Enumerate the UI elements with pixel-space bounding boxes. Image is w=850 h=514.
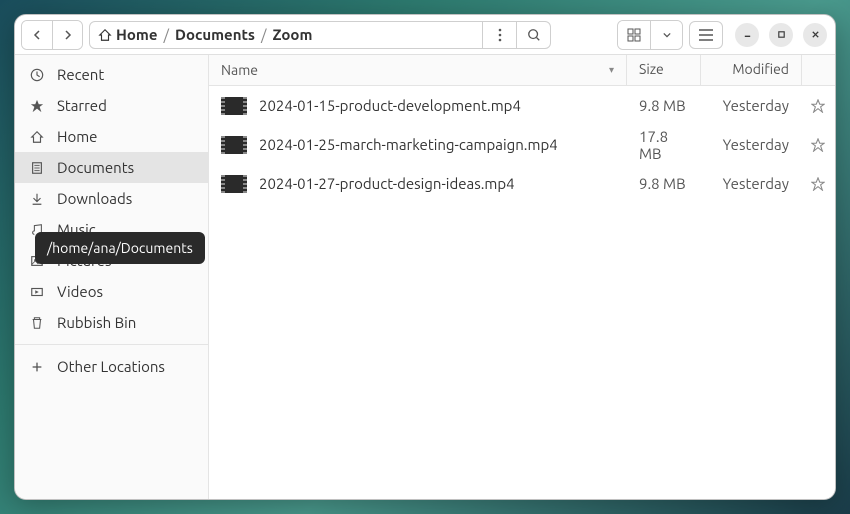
star-toggle[interactable] <box>801 177 835 191</box>
file-modified: Yesterday <box>701 97 801 114</box>
column-modified-label: Modified <box>732 61 789 77</box>
window-controls <box>735 23 827 47</box>
star-outline-icon <box>811 177 825 191</box>
kebab-icon <box>498 28 502 42</box>
sidebar-separator <box>15 344 208 345</box>
breadcrumb-documents-label: Documents <box>175 26 255 43</box>
sidebar-item-label: Other Locations <box>57 358 165 375</box>
view-switcher <box>617 20 683 50</box>
main-menu-button[interactable] <box>689 21 723 49</box>
sidebar-item-label: Downloads <box>57 190 132 207</box>
column-header-size[interactable]: Size <box>627 55 701 85</box>
home-icon <box>29 130 45 144</box>
breadcrumb-home[interactable]: Home <box>98 26 157 43</box>
sidebar-item-label: Videos <box>57 283 103 300</box>
forward-button[interactable] <box>52 21 82 49</box>
path-menu-button[interactable] <box>482 22 516 48</box>
clock-icon <box>29 68 45 82</box>
pathbar: Home / Documents / Zoom <box>89 21 551 49</box>
sidebar: Recent Starred Home Documents Downloads … <box>15 55 209 499</box>
sidebar-item-label: Recent <box>57 66 104 83</box>
video-file-icon <box>221 136 247 154</box>
file-size: 9.8 MB <box>627 97 701 114</box>
hamburger-icon <box>699 29 713 41</box>
breadcrumb-separator: / <box>261 26 267 43</box>
grid-options-button[interactable] <box>650 21 682 49</box>
column-header-star <box>801 55 835 85</box>
home-icon <box>98 28 112 42</box>
breadcrumb-current[interactable]: Zoom <box>273 26 313 43</box>
sidebar-item-other-locations[interactable]: Other Locations <box>15 351 208 382</box>
column-name-label: Name <box>221 62 258 78</box>
file-size: 17.8 MB <box>627 128 701 162</box>
file-size: 9.8 MB <box>627 175 701 192</box>
download-icon <box>29 192 45 206</box>
video-file-icon <box>221 97 247 115</box>
file-modified: Yesterday <box>701 136 801 153</box>
sidebar-item-videos[interactable]: Videos <box>15 276 208 307</box>
close-button[interactable] <box>803 23 827 47</box>
file-modified: Yesterday <box>701 175 801 192</box>
chevron-down-icon <box>663 31 671 39</box>
column-header-modified[interactable]: Modified <box>701 55 801 85</box>
file-name: 2024-01-25-march-marketing-campaign.mp4 <box>259 136 558 153</box>
star-toggle[interactable] <box>801 99 835 113</box>
grid-view-button[interactable] <box>618 21 650 49</box>
file-row[interactable]: 2024-01-25-march-marketing-campaign.mp4 … <box>209 125 835 164</box>
videos-icon <box>29 285 45 299</box>
sidebar-item-label: Home <box>57 128 97 145</box>
sidebar-item-home[interactable]: Home <box>15 121 208 152</box>
nav-buttons <box>21 20 83 50</box>
trash-icon <box>29 316 45 330</box>
plus-icon <box>29 360 45 374</box>
window-body: Recent Starred Home Documents Downloads … <box>15 55 835 499</box>
file-name: 2024-01-15-product-development.mp4 <box>259 97 521 114</box>
file-row[interactable]: 2024-01-15-product-development.mp4 9.8 M… <box>209 86 835 125</box>
minimize-button[interactable] <box>735 23 759 47</box>
sidebar-item-downloads[interactable]: Downloads <box>15 183 208 214</box>
path-tooltip: /home/ana/Documents <box>35 232 205 264</box>
breadcrumb-home-label: Home <box>116 26 157 43</box>
search-button[interactable] <box>516 22 550 48</box>
maximize-button[interactable] <box>769 23 793 47</box>
sidebar-item-label: Documents <box>57 159 134 176</box>
star-outline-icon <box>811 138 825 152</box>
sort-indicator-icon: ▾ <box>609 64 614 76</box>
grid-icon <box>627 28 641 42</box>
list-header: Name ▾ Size Modified <box>209 55 835 86</box>
file-name: 2024-01-27-product-design-ideas.mp4 <box>259 175 515 192</box>
star-icon <box>29 99 45 113</box>
column-header-name[interactable]: Name ▾ <box>209 55 627 85</box>
breadcrumb-documents[interactable]: Documents <box>175 26 255 43</box>
sidebar-item-starred[interactable]: Starred <box>15 90 208 121</box>
video-file-icon <box>221 175 247 193</box>
search-icon <box>527 28 541 42</box>
column-size-label: Size <box>639 61 664 77</box>
file-row[interactable]: 2024-01-27-product-design-ideas.mp4 9.8 … <box>209 164 835 203</box>
sidebar-item-label: Starred <box>57 97 107 114</box>
sidebar-item-documents[interactable]: Documents <box>15 152 208 183</box>
star-toggle[interactable] <box>801 138 835 152</box>
file-manager-window: Home / Documents / Zoom <box>14 14 836 500</box>
breadcrumb-current-label: Zoom <box>273 26 313 43</box>
back-button[interactable] <box>22 21 52 49</box>
star-outline-icon <box>811 99 825 113</box>
headerbar: Home / Documents / Zoom <box>15 15 835 55</box>
sidebar-item-trash[interactable]: Rubbish Bin <box>15 307 208 338</box>
documents-icon <box>29 161 45 175</box>
breadcrumb-separator: / <box>163 26 169 43</box>
sidebar-item-label: Rubbish Bin <box>57 314 136 331</box>
sidebar-item-recent[interactable]: Recent <box>15 59 208 90</box>
file-list-pane: Name ▾ Size Modified 2024-01-15-product-… <box>209 55 835 499</box>
